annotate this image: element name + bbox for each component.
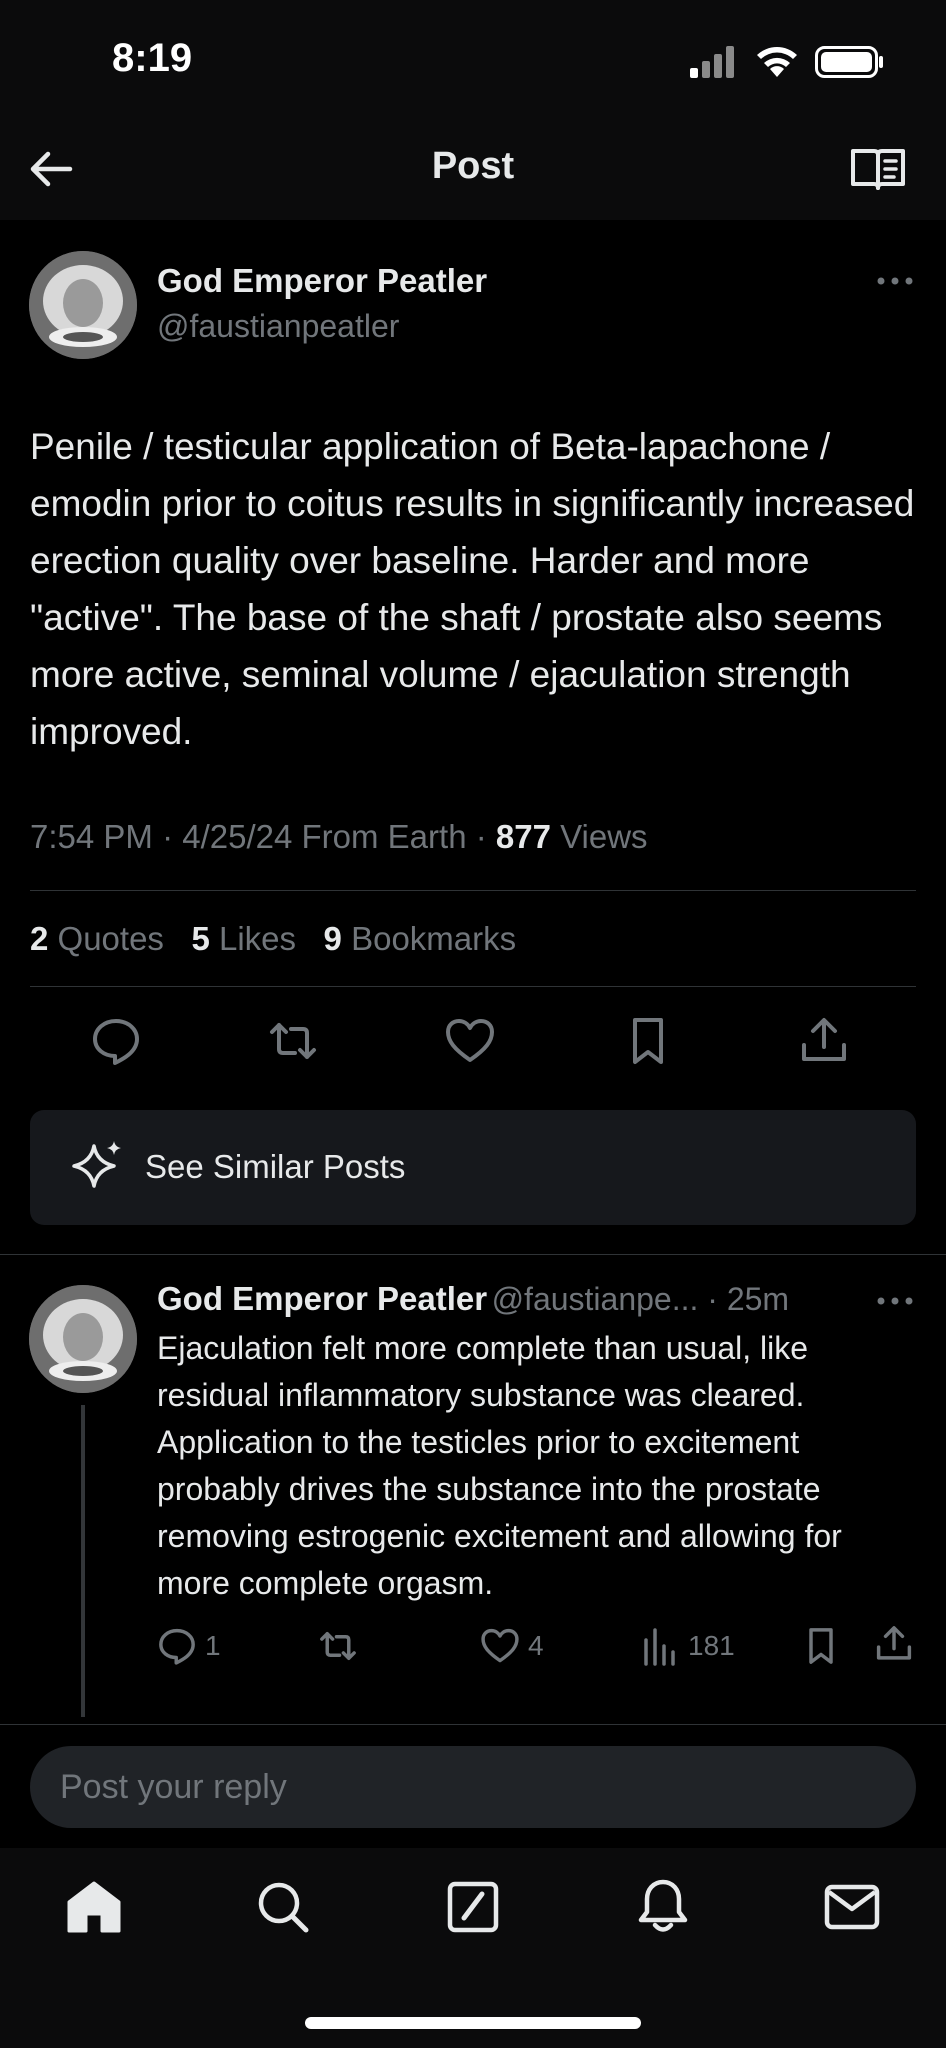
repost-button[interactable] [267,1015,319,1067]
tab-notifications[interactable] [636,1878,690,1936]
reader-mode-button[interactable] [850,146,906,192]
bookmark-icon [633,1018,663,1064]
repost-icon [320,1631,356,1661]
home-indicator[interactable] [305,2017,641,2029]
reply-repost-button[interactable] [318,1626,358,1666]
see-similar-posts-label: See Similar Posts [145,1148,406,1185]
reply-text: Ejaculation felt more complete than usua… [157,1330,842,1601]
divider [0,1254,946,1255]
divider [0,1724,946,1725]
reply-views-count: 181 [688,1630,735,1661]
quotes-stat[interactable]: 2 Quotes [30,920,164,957]
divider [30,986,916,987]
reply-views-button[interactable]: 181 [642,1626,735,1666]
heart-icon [481,1628,519,1663]
status-time: 8:19 [112,36,193,80]
share-button[interactable] [798,1015,850,1067]
book-icon [851,149,905,190]
divider [30,890,916,891]
likes-stat[interactable]: 5 Likes [191,920,296,957]
reply-likes-count: 4 [528,1630,544,1661]
post-date: 4/25/24 [182,818,293,855]
author-name[interactable]: God Emperor Peatler [157,262,487,300]
repost-icon [270,1023,316,1059]
bookmarks-stat[interactable]: 9 Bookmarks [324,920,517,957]
heart-icon [446,1019,494,1062]
post-meta: 7:54 PM · 4/25/24 From Earth · 877 Views [30,818,648,855]
home-icon [67,1881,121,1933]
reply-bookmark-button[interactable] [801,1626,841,1666]
views-count: 877 [495,818,551,855]
reply-more-options-button[interactable] [876,1295,914,1307]
signal-icon [690,46,738,78]
reply-button[interactable] [90,1015,142,1067]
reply-reply-button[interactable]: 1 [157,1626,221,1666]
tab-messages[interactable] [824,1884,880,1930]
reply-author-avatar[interactable] [29,1285,137,1393]
views-label: Views [560,818,648,855]
battery-icon [815,46,885,78]
reply-share-button[interactable] [874,1624,914,1664]
more-dots-icon [877,1297,913,1305]
messages-icon [824,1884,880,1930]
thread-line [81,1405,85,1717]
more-dots-icon [877,277,913,285]
compose-icon [447,1881,499,1933]
share-icon [876,1626,912,1660]
reply-age: 25m [726,1281,790,1317]
like-button[interactable] [444,1015,496,1067]
wifi-icon [755,44,799,78]
analytics-icon [644,1628,675,1666]
reply-replies-count: 1 [205,1630,221,1661]
reply-input-placeholder: Post your reply [60,1768,287,1806]
post-time: 7:54 PM [30,818,153,855]
notifications-icon [638,1879,688,1932]
tab-search[interactable] [256,1880,310,1934]
comment-icon [93,1019,139,1065]
reply-author-handle[interactable]: @faustianpe... [492,1281,699,1317]
tab-home[interactable] [66,1880,122,1934]
more-options-button[interactable] [876,275,914,287]
share-icon [802,1018,846,1061]
comment-icon [159,1628,195,1665]
post-source: From Earth [301,818,467,855]
bookmark-icon [809,1628,833,1664]
search-icon [258,1882,309,1933]
sparkle-icon [70,1138,126,1194]
page-title: Post [431,145,515,187]
reply-author-name[interactable]: God Emperor Peatler [157,1280,487,1317]
author-avatar[interactable] [29,251,137,359]
post-text: Penile / testicular application of Beta-… [30,426,915,752]
reply-like-button[interactable]: 4 [480,1626,544,1666]
author-handle[interactable]: @faustianpeatler [157,308,399,345]
bookmark-button[interactable] [622,1015,674,1067]
engagement-stats: 2 Quotes 5 Likes 9 Bookmarks [30,920,516,958]
tab-compose[interactable] [446,1880,500,1934]
reply-header: God Emperor Peatler @faustianpe... · 25m [157,1280,790,1317]
